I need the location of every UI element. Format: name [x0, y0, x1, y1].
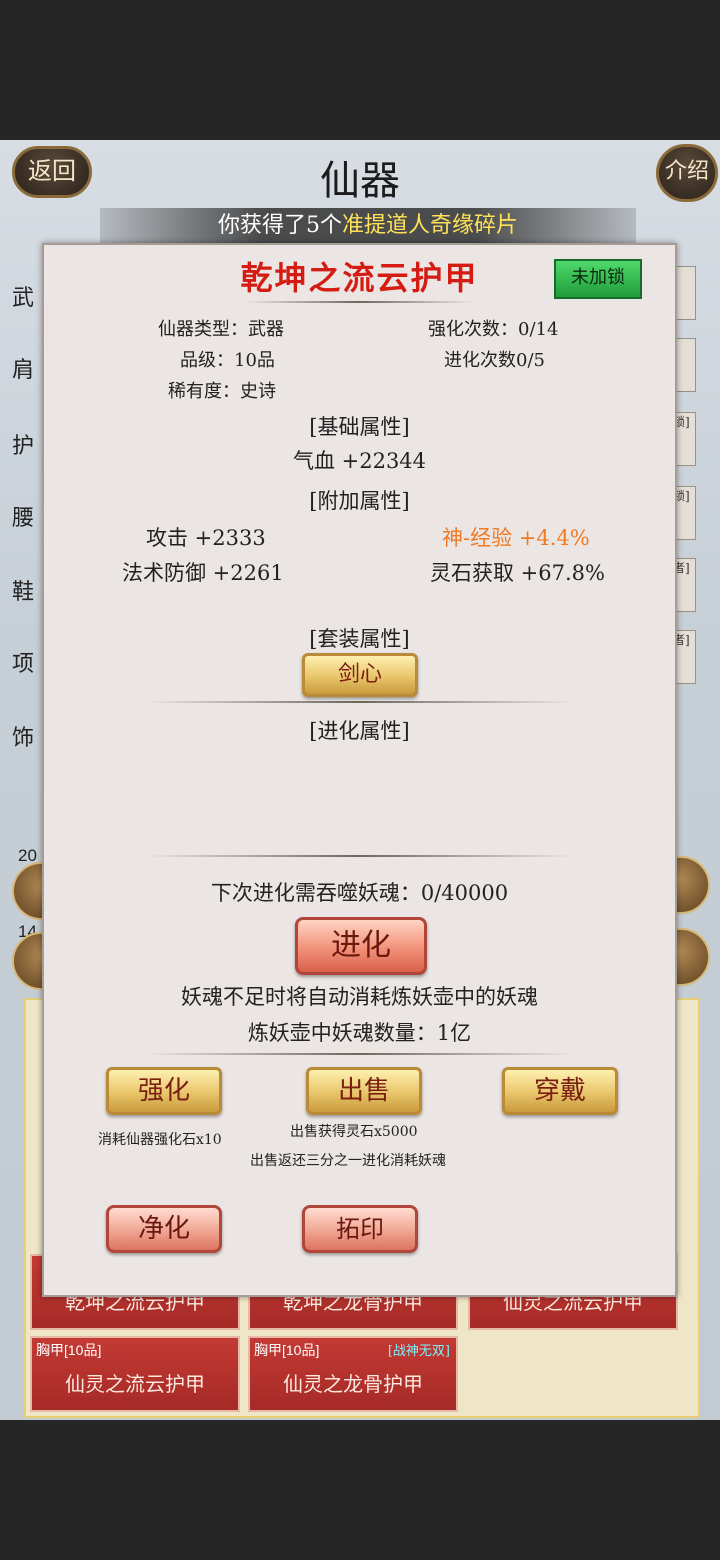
extra-attr-header: [附加属性] — [309, 489, 410, 513]
set-name-button[interactable]: 剑心 — [302, 653, 418, 697]
lock-button[interactable]: 未加锁 — [554, 259, 642, 299]
divider — [144, 1053, 574, 1055]
set-attr-header: [套装属性] — [309, 627, 410, 651]
evolve-count: 进化次数0/5 — [444, 350, 545, 371]
banner-prefix: 你获得了5个 — [217, 213, 342, 238]
soul-count: 炼妖壶中妖魂数量：1亿 — [247, 1021, 472, 1045]
equipment-card[interactable]: 胸甲[10品] [战神无双] 仙灵之龙骨护甲 — [248, 1336, 458, 1412]
back-button[interactable]: 返回 — [12, 146, 92, 198]
equipment-card[interactable]: 胸甲[10品] 仙灵之流云护甲 — [30, 1336, 240, 1412]
reward-banner: 你获得了5个准提道人奇缘碎片 — [100, 208, 636, 244]
sell-return: 出售返还三分之一进化消耗妖魂 — [250, 1153, 446, 1169]
extra-attr: 灵石获取 +67.8% — [430, 561, 605, 585]
evolve-button[interactable]: 进化 — [295, 917, 427, 975]
extra-attr: 法术防御 +2261 — [122, 561, 284, 585]
slot-label-waist[interactable]: 腰 — [12, 500, 34, 532]
banner-highlight: 准提道人奇缘碎片 — [341, 213, 518, 238]
slot-label-ornament[interactable]: 饰 — [12, 720, 34, 752]
equipment-tag: 胸甲[10品] — [36, 1342, 102, 1358]
intro-button[interactable]: 介绍 — [656, 144, 718, 202]
slot-label-shoes[interactable]: 鞋 — [12, 574, 34, 606]
page-title: 仙器 — [320, 158, 400, 204]
divider — [244, 301, 474, 303]
sell-gain: 出售获得灵石x5000 — [290, 1124, 418, 1140]
item-rarity: 稀有度：史诗 — [168, 381, 276, 402]
rubbing-button[interactable]: 拓印 — [302, 1205, 418, 1253]
base-attr-value: 气血 +22344 — [292, 449, 427, 473]
slot-label-shoulder[interactable]: 肩 — [12, 352, 34, 384]
base-attr-header: [基础属性] — [309, 415, 410, 439]
equipment-name: 仙灵之流云护甲 — [65, 1372, 205, 1396]
soul-note: 妖魂不足时将自动消耗炼妖壶中的妖魂 — [181, 985, 538, 1009]
item-type: 仙器类型：武器 — [158, 319, 284, 340]
equipment-bonus: [战神无双] — [387, 1344, 450, 1359]
slot-label-necklace[interactable]: 项 — [12, 646, 34, 678]
divider — [144, 855, 574, 857]
evolve-attr-header: [进化属性] — [309, 719, 410, 743]
equipment-tag: 胸甲[10品] — [254, 1342, 320, 1358]
enhance-button[interactable]: 强化 — [106, 1067, 222, 1115]
extra-attr: 攻击 +2333 — [146, 526, 266, 550]
next-evolve-requirement: 下次进化需吞噬妖魂：0/40000 — [210, 881, 509, 905]
enhance-count: 强化次数：0/14 — [428, 319, 559, 340]
item-grade: 品级：10品 — [180, 350, 275, 371]
item-detail-dialog: 乾坤之流云护甲 未加锁 仙器类型：武器 强化次数：0/14 品级：10品 进化次… — [42, 243, 677, 1297]
sell-button[interactable]: 出售 — [306, 1067, 422, 1115]
equip-button[interactable]: 穿戴 — [502, 1067, 618, 1115]
divider — [144, 701, 574, 703]
purify-button[interactable]: 净化 — [106, 1205, 222, 1253]
equipment-name: 仙灵之龙骨护甲 — [283, 1372, 423, 1396]
enhance-cost: 消耗仙器强化石x10 — [98, 1132, 222, 1148]
extra-attr-highlight: 神-经验 +4.4% — [442, 526, 590, 550]
slot-label-weapon[interactable]: 武 — [12, 280, 34, 312]
slot-label-armor[interactable]: 护 — [12, 428, 34, 460]
